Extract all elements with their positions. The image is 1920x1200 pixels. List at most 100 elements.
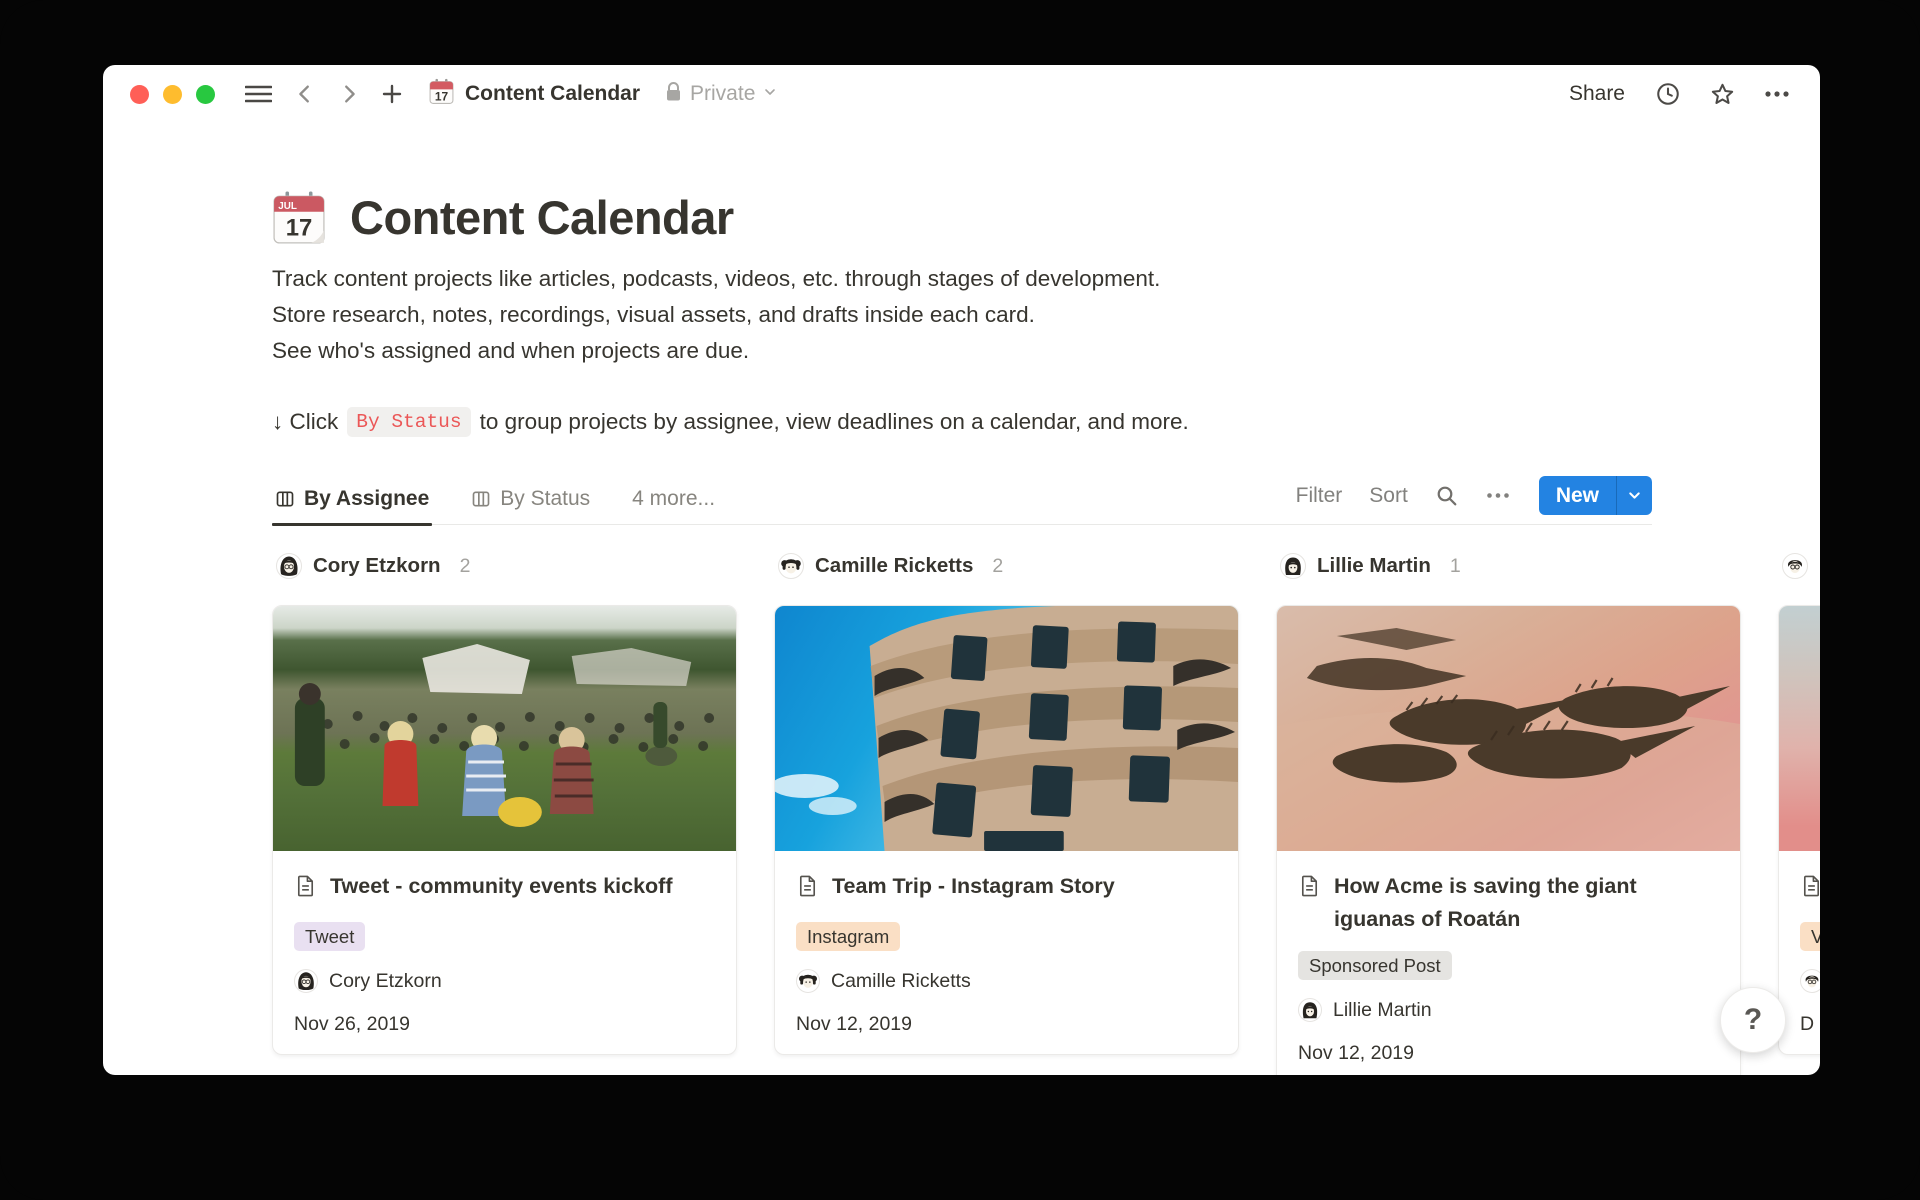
card-date: D [1800, 1013, 1820, 1036]
svg-text:17: 17 [435, 89, 449, 103]
board-view-icon [471, 489, 491, 509]
column-header[interactable]: Lillie Martin 1 [1276, 551, 1741, 581]
document-icon [796, 874, 819, 907]
column-count: 1 [1450, 555, 1461, 578]
tab-label: By Assignee [304, 487, 429, 511]
chevron-down-icon [762, 82, 778, 106]
card-cover-pink-photo [1779, 606, 1820, 851]
svg-text:JUL: JUL [278, 201, 297, 212]
card-cover-building-photo [775, 606, 1238, 851]
share-button[interactable]: Share [1569, 82, 1625, 106]
avatar-cory [276, 553, 302, 579]
column-header[interactable]: Cory Etzkorn 2 [272, 551, 737, 581]
column-count: 2 [992, 555, 1003, 578]
lock-icon [664, 81, 683, 108]
updates-clock-icon[interactable] [1655, 81, 1681, 107]
close-window-button[interactable] [130, 85, 149, 104]
more-options-icon[interactable] [1764, 90, 1790, 98]
view-tabs: By Assignee By Status 4 more... [272, 487, 718, 524]
card-partial[interactable]: V D [1778, 605, 1820, 1055]
assignee-name: Camille Ricketts [831, 970, 971, 993]
tab-by-status[interactable]: By Status [468, 487, 593, 524]
avatar-man-glasses [1800, 969, 1820, 993]
card-assignee [1800, 969, 1820, 993]
column-name: Lillie Martin [1317, 554, 1431, 578]
page-emoji-calendar-icon[interactable]: JUL 17 [272, 191, 326, 245]
favorite-star-icon[interactable] [1709, 81, 1736, 108]
view-options-ellipsis-icon[interactable] [1486, 492, 1510, 499]
board-column-lillie: Lillie Martin 1 [1276, 551, 1741, 1075]
tag-pill-instagram: Instagram [796, 922, 900, 951]
card-team-trip[interactable]: Team Trip - Instagram Story Instagram Ca… [774, 605, 1239, 1055]
traffic-lights [130, 85, 215, 104]
new-button-label[interactable]: New [1539, 476, 1616, 515]
filter-button[interactable]: Filter [1296, 484, 1343, 508]
description-line: Store research, notes, recordings, visua… [272, 297, 1652, 333]
maximize-window-button[interactable] [196, 85, 215, 104]
avatar-camille [778, 553, 804, 579]
callout-suffix: to group projects by assignee, view dead… [480, 409, 1189, 435]
card-date: Nov 12, 2019 [796, 1013, 1217, 1036]
card-date: Nov 12, 2019 [1298, 1042, 1719, 1065]
view-toolbar: By Assignee By Status 4 more... Filter S… [272, 475, 1652, 525]
column-count: 2 [460, 555, 471, 578]
window-toolbar: 17 Content Calendar Private Share [103, 65, 1820, 123]
help-button[interactable]: ? [1720, 987, 1786, 1053]
desktop-background: 17 Content Calendar Private Share [0, 0, 1920, 1200]
page-description: Track content projects like articles, po… [272, 261, 1652, 369]
card-title-text: Team Trip - Instagram Story [832, 870, 1115, 907]
column-name: Camille Ricketts [815, 554, 973, 578]
minimize-window-button[interactable] [163, 85, 182, 104]
board-view: Cory Etzkorn 2 [272, 551, 1820, 1075]
sidebar-menu-icon[interactable] [245, 83, 272, 105]
tab-label: By Status [500, 487, 590, 511]
view-actions: Filter Sort New [1296, 476, 1652, 524]
tag-pill-tweet: Tweet [294, 922, 365, 951]
document-icon [1298, 874, 1321, 936]
description-line: See who's assigned and when projects are… [272, 333, 1652, 369]
card-date: Nov 26, 2019 [294, 1013, 715, 1036]
board-column-partial: V D [1778, 551, 1820, 1055]
column-header[interactable]: Camille Ricketts 2 [774, 551, 1239, 581]
page-header: JUL 17 Content Calendar [272, 190, 1652, 245]
svg-text:17: 17 [286, 214, 313, 241]
card-cover-iguanas-photo [1277, 606, 1740, 851]
callout-line: ↓ Click By Status to group projects by a… [272, 407, 1652, 437]
card-assignee: Lillie Martin [1298, 998, 1719, 1022]
avatar-cory [294, 969, 318, 993]
card-tweet-community-events[interactable]: Tweet - community events kickoff Tweet C… [272, 605, 737, 1055]
inline-code-by-status: By Status [347, 407, 470, 437]
description-line: Track content projects like articles, po… [272, 261, 1652, 297]
new-dropdown-chevron-icon[interactable] [1616, 476, 1652, 515]
nav-forward-icon[interactable] [338, 82, 360, 106]
breadcrumb-title: Content Calendar [465, 82, 640, 106]
board-column-camille: Camille Ricketts 2 [774, 551, 1239, 1055]
sort-button[interactable]: Sort [1369, 484, 1408, 508]
notion-window: 17 Content Calendar Private Share [103, 65, 1820, 1075]
tab-by-assignee[interactable]: By Assignee [272, 487, 432, 524]
tag-pill-partial: V [1800, 922, 1820, 951]
card-cover-festival-photo [273, 606, 736, 851]
new-page-icon[interactable] [380, 82, 404, 106]
page-title: Content Calendar [350, 190, 734, 245]
callout-prefix: ↓ Click [272, 409, 338, 435]
privacy-dropdown[interactable]: Private [664, 81, 778, 108]
calendar-page-icon: 17 [428, 78, 455, 110]
search-icon[interactable] [1435, 484, 1459, 508]
new-button[interactable]: New [1539, 476, 1652, 515]
card-iguanas[interactable]: How Acme is saving the giant iguanas of … [1276, 605, 1741, 1075]
column-header[interactable] [1778, 551, 1820, 581]
avatar-lillie [1280, 553, 1306, 579]
avatar-man-glasses [1782, 553, 1808, 579]
column-name: Cory Etzkorn [313, 554, 441, 578]
assignee-name: Lillie Martin [1333, 999, 1432, 1022]
privacy-label: Private [690, 82, 755, 106]
nav-back-icon[interactable] [294, 82, 316, 106]
breadcrumb[interactable]: 17 Content Calendar [428, 78, 640, 110]
assignee-name: Cory Etzkorn [329, 970, 442, 993]
board-column-cory: Cory Etzkorn 2 [272, 551, 737, 1055]
card-assignee: Cory Etzkorn [294, 969, 715, 993]
document-icon [294, 874, 317, 907]
avatar-camille [796, 969, 820, 993]
tab-more-views[interactable]: 4 more... [629, 487, 718, 524]
